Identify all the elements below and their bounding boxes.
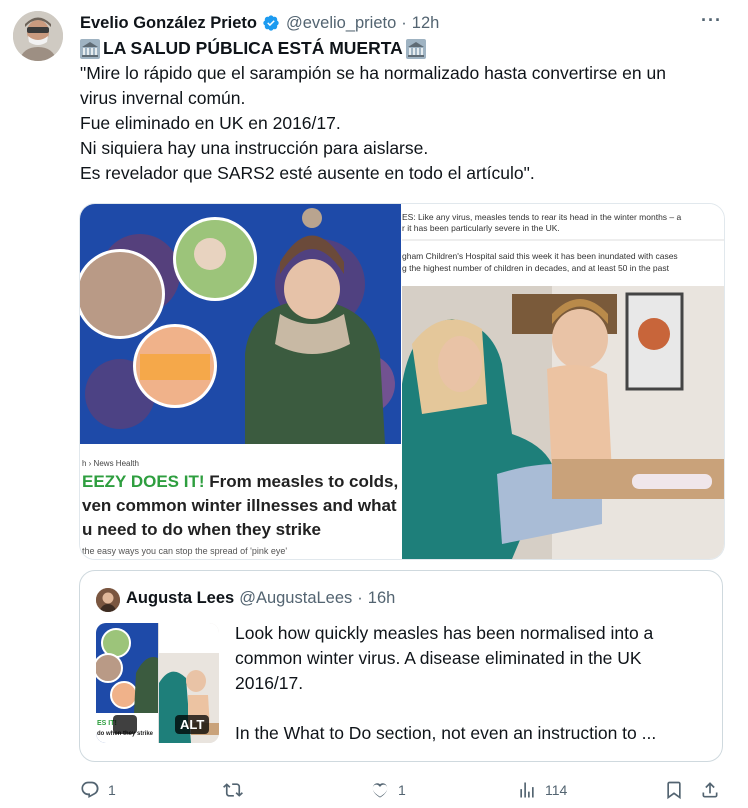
quoted-line: Look how quickly measles has been normal… bbox=[235, 623, 654, 643]
tweet-line: Fue eliminado en UK en 2016/17. bbox=[80, 113, 341, 133]
article-headline-1: EEZY DOES IT! From measles to colds, bbox=[82, 472, 398, 491]
separator-dot: · bbox=[357, 589, 363, 607]
article-headline-2: ven common winter illnesses and what bbox=[82, 496, 397, 515]
article-subline: the easy ways you can stop the spread of… bbox=[82, 546, 287, 556]
reply-count: 1 bbox=[108, 782, 116, 798]
article-text-1: ES: Like any virus, measles tends to rea… bbox=[402, 212, 681, 222]
article-headline-3: u need to do when they strike bbox=[82, 520, 321, 539]
like-count: 1 bbox=[398, 782, 406, 798]
verified-badge-icon bbox=[263, 15, 279, 31]
tweet-line: "Mire lo rápido que el sarampión se ha n… bbox=[80, 63, 666, 83]
tweet-header: Evelio González Prieto @evelio_prieto · … bbox=[80, 12, 728, 34]
views-button[interactable]: 114 bbox=[517, 776, 567, 804]
alt-badge[interactable] bbox=[113, 715, 138, 734]
quoted-tweet-text: Look how quickly measles has been normal… bbox=[235, 621, 705, 746]
quoted-line: 2016/17. bbox=[235, 673, 304, 693]
bookmark-button[interactable] bbox=[664, 776, 684, 804]
headline-text: LA SALUD PÚBLICA ESTÁ MUERTA bbox=[103, 38, 403, 58]
tweet-line: Es revelador que SARS2 esté ausente en t… bbox=[80, 163, 535, 183]
share-button[interactable] bbox=[700, 776, 720, 804]
quoted-author-avatar[interactable] bbox=[96, 588, 120, 612]
quoted-tweet[interactable]: Augusta Lees @AugustaLees · 16h ES IT! d… bbox=[79, 570, 723, 762]
views-count: 114 bbox=[545, 782, 568, 798]
quoted-line: In the What to Do section, not even an i… bbox=[235, 723, 657, 743]
tweet-text: LA SALUD PÚBLICA ESTÁ MUERTA "Mire lo rá… bbox=[80, 36, 730, 186]
tweet-actions: 1 1 114 bbox=[80, 776, 725, 804]
retweet-button[interactable] bbox=[223, 776, 251, 804]
quoted-line bbox=[235, 696, 705, 721]
media-image-article-photo[interactable]: ES: Like any virus, measles tends to rea… bbox=[402, 204, 724, 559]
author-handle[interactable]: @evelio_prieto bbox=[286, 14, 396, 33]
bank-building-icon bbox=[405, 38, 426, 59]
separator-dot: · bbox=[401, 13, 407, 32]
tweet-line: Ni siquiera hay una instrucción para ais… bbox=[80, 138, 429, 158]
bookmark-icon bbox=[667, 781, 681, 800]
author-avatar[interactable] bbox=[13, 11, 63, 61]
article-text-2: r it has been particularly severe in the… bbox=[402, 223, 560, 233]
bank-building-icon bbox=[80, 38, 100, 59]
heart-icon bbox=[372, 783, 388, 798]
like-button[interactable]: 1 bbox=[370, 776, 406, 804]
tweet-line: virus invernal común. bbox=[80, 88, 246, 108]
quoted-tweet-header: Augusta Lees @AugustaLees · 16h bbox=[126, 589, 395, 608]
tweet-headline: LA SALUD PÚBLICA ESTÁ MUERTA bbox=[80, 36, 730, 61]
views-chart-icon bbox=[520, 782, 534, 798]
tweet[interactable]: Evelio González Prieto @evelio_prieto · … bbox=[0, 0, 748, 808]
media-image-article-collage[interactable]: h › News Health EEZY DOES IT! From measl… bbox=[80, 204, 401, 559]
reply-icon bbox=[81, 781, 99, 799]
reply-button[interactable]: 1 bbox=[80, 776, 116, 804]
quoted-line: common winter virus. A disease eliminate… bbox=[235, 648, 642, 668]
alt-badge[interactable]: ALT bbox=[175, 715, 210, 734]
quoted-author-handle[interactable]: @AugustaLees bbox=[239, 589, 352, 608]
retweet-icon bbox=[223, 783, 243, 797]
quoted-tweet-time[interactable]: 16h bbox=[368, 589, 396, 608]
quoted-author-name[interactable]: Augusta Lees bbox=[126, 589, 234, 608]
article-breadcrumb: h › News Health bbox=[82, 459, 139, 468]
tweet-time[interactable]: 12h bbox=[412, 14, 440, 33]
share-icon bbox=[702, 782, 718, 798]
article-text-3: gham Children's Hospital said this week … bbox=[402, 251, 678, 261]
tweet-media[interactable]: h › News Health EEZY DOES IT! From measl… bbox=[79, 203, 725, 560]
more-options-icon[interactable]: ··· bbox=[701, 10, 722, 31]
author-name[interactable]: Evelio González Prieto bbox=[80, 14, 257, 33]
article-text-4: g the highest number of children in deca… bbox=[402, 263, 670, 273]
quoted-media-thumbnail[interactable]: ES IT! do when they strike ALT bbox=[96, 623, 219, 743]
